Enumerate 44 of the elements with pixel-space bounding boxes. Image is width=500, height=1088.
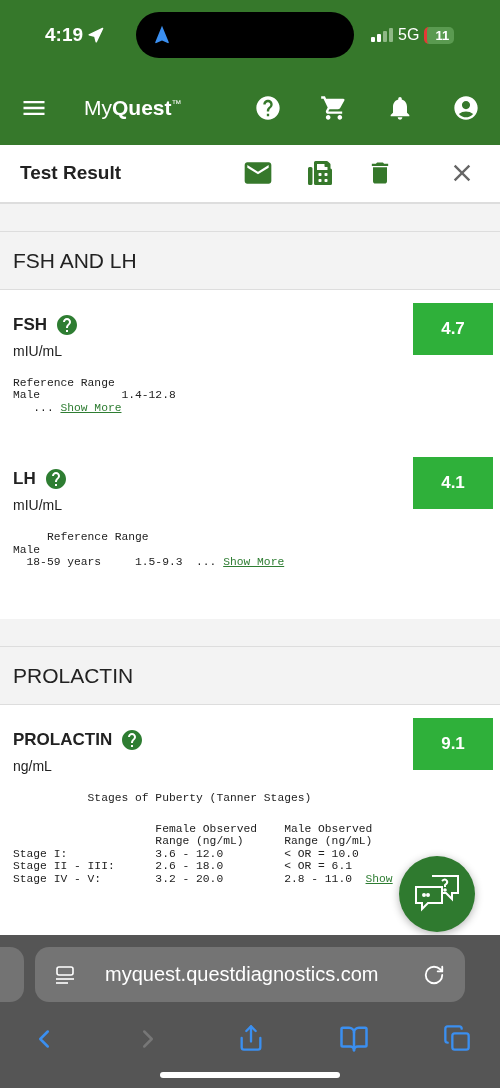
test-unit: mIU/mL xyxy=(13,343,63,359)
test-unit: mIU/mL xyxy=(13,497,63,514)
app-logo: MyQuest$^{™}$ xyxy=(84,95,182,120)
show-more-link[interactable]: Show More xyxy=(223,556,285,569)
help-icon[interactable] xyxy=(55,313,79,337)
reference-line: Stage I: 3.6 - 12.0 < OR = 10.0 xyxy=(13,847,360,861)
show-more-link[interactable]: Show More xyxy=(60,402,122,414)
result-value: 4.7 xyxy=(413,303,493,355)
test-name: FSH xyxy=(13,315,47,335)
reference-line: Reference Range xyxy=(45,531,150,544)
network-label: 5G xyxy=(398,26,420,44)
signal-icon xyxy=(371,28,394,42)
battery-indicator: 11 xyxy=(424,26,455,44)
section-title: PROLACTIN xyxy=(13,663,134,688)
reload-icon[interactable] xyxy=(423,963,445,986)
reference-line: Range (ng/mL) Range (ng/mL) xyxy=(154,835,374,848)
clock-time: 4:19 xyxy=(45,24,84,46)
reference-line: ... Show More xyxy=(32,402,123,415)
reader-icon[interactable] xyxy=(55,965,75,984)
section-title: FSH AND LH xyxy=(13,248,137,273)
help-icon[interactable] xyxy=(120,728,145,753)
show-more-link[interactable]: Show xyxy=(365,872,393,885)
location-arrow-icon xyxy=(87,26,105,44)
result-value: 4.1 xyxy=(413,457,493,510)
result-value: 9.1 xyxy=(413,718,493,771)
chat-bubbles-icon xyxy=(415,875,459,914)
reference-heading: Stages of Puberty (Tanner Stages) xyxy=(86,792,313,805)
reference-line: Stage II - III: 2.6 - 18.0 < OR = 6.1 xyxy=(13,860,353,873)
reference-line: Stage IV - V: 3.2 - 20.0 2.8 - 11.0 Show xyxy=(13,872,394,886)
reference-line: 18-59 years 1.5-9.3 ... Show More xyxy=(25,556,286,569)
help-button[interactable] xyxy=(254,93,282,122)
test-unit: ng/mL xyxy=(13,758,53,775)
test-name: LH xyxy=(13,469,36,490)
account-button[interactable] xyxy=(452,93,480,122)
url-text: myquest.questdiagnostics.com xyxy=(105,963,379,987)
chat-support-button[interactable] xyxy=(399,856,475,933)
help-icon[interactable] xyxy=(43,467,68,492)
test-name: PROLACTIN xyxy=(13,730,113,751)
reference-line: Male 1.4-12.8 xyxy=(13,389,177,402)
reference-line: Reference Range xyxy=(13,377,116,390)
reference-line: Male xyxy=(13,544,42,557)
page-title: Test Result xyxy=(20,162,121,185)
address-bar[interactable]: myquest.questdiagnostics.com xyxy=(35,947,465,1003)
reference-line: Female Observed Male Observed xyxy=(154,822,374,836)
